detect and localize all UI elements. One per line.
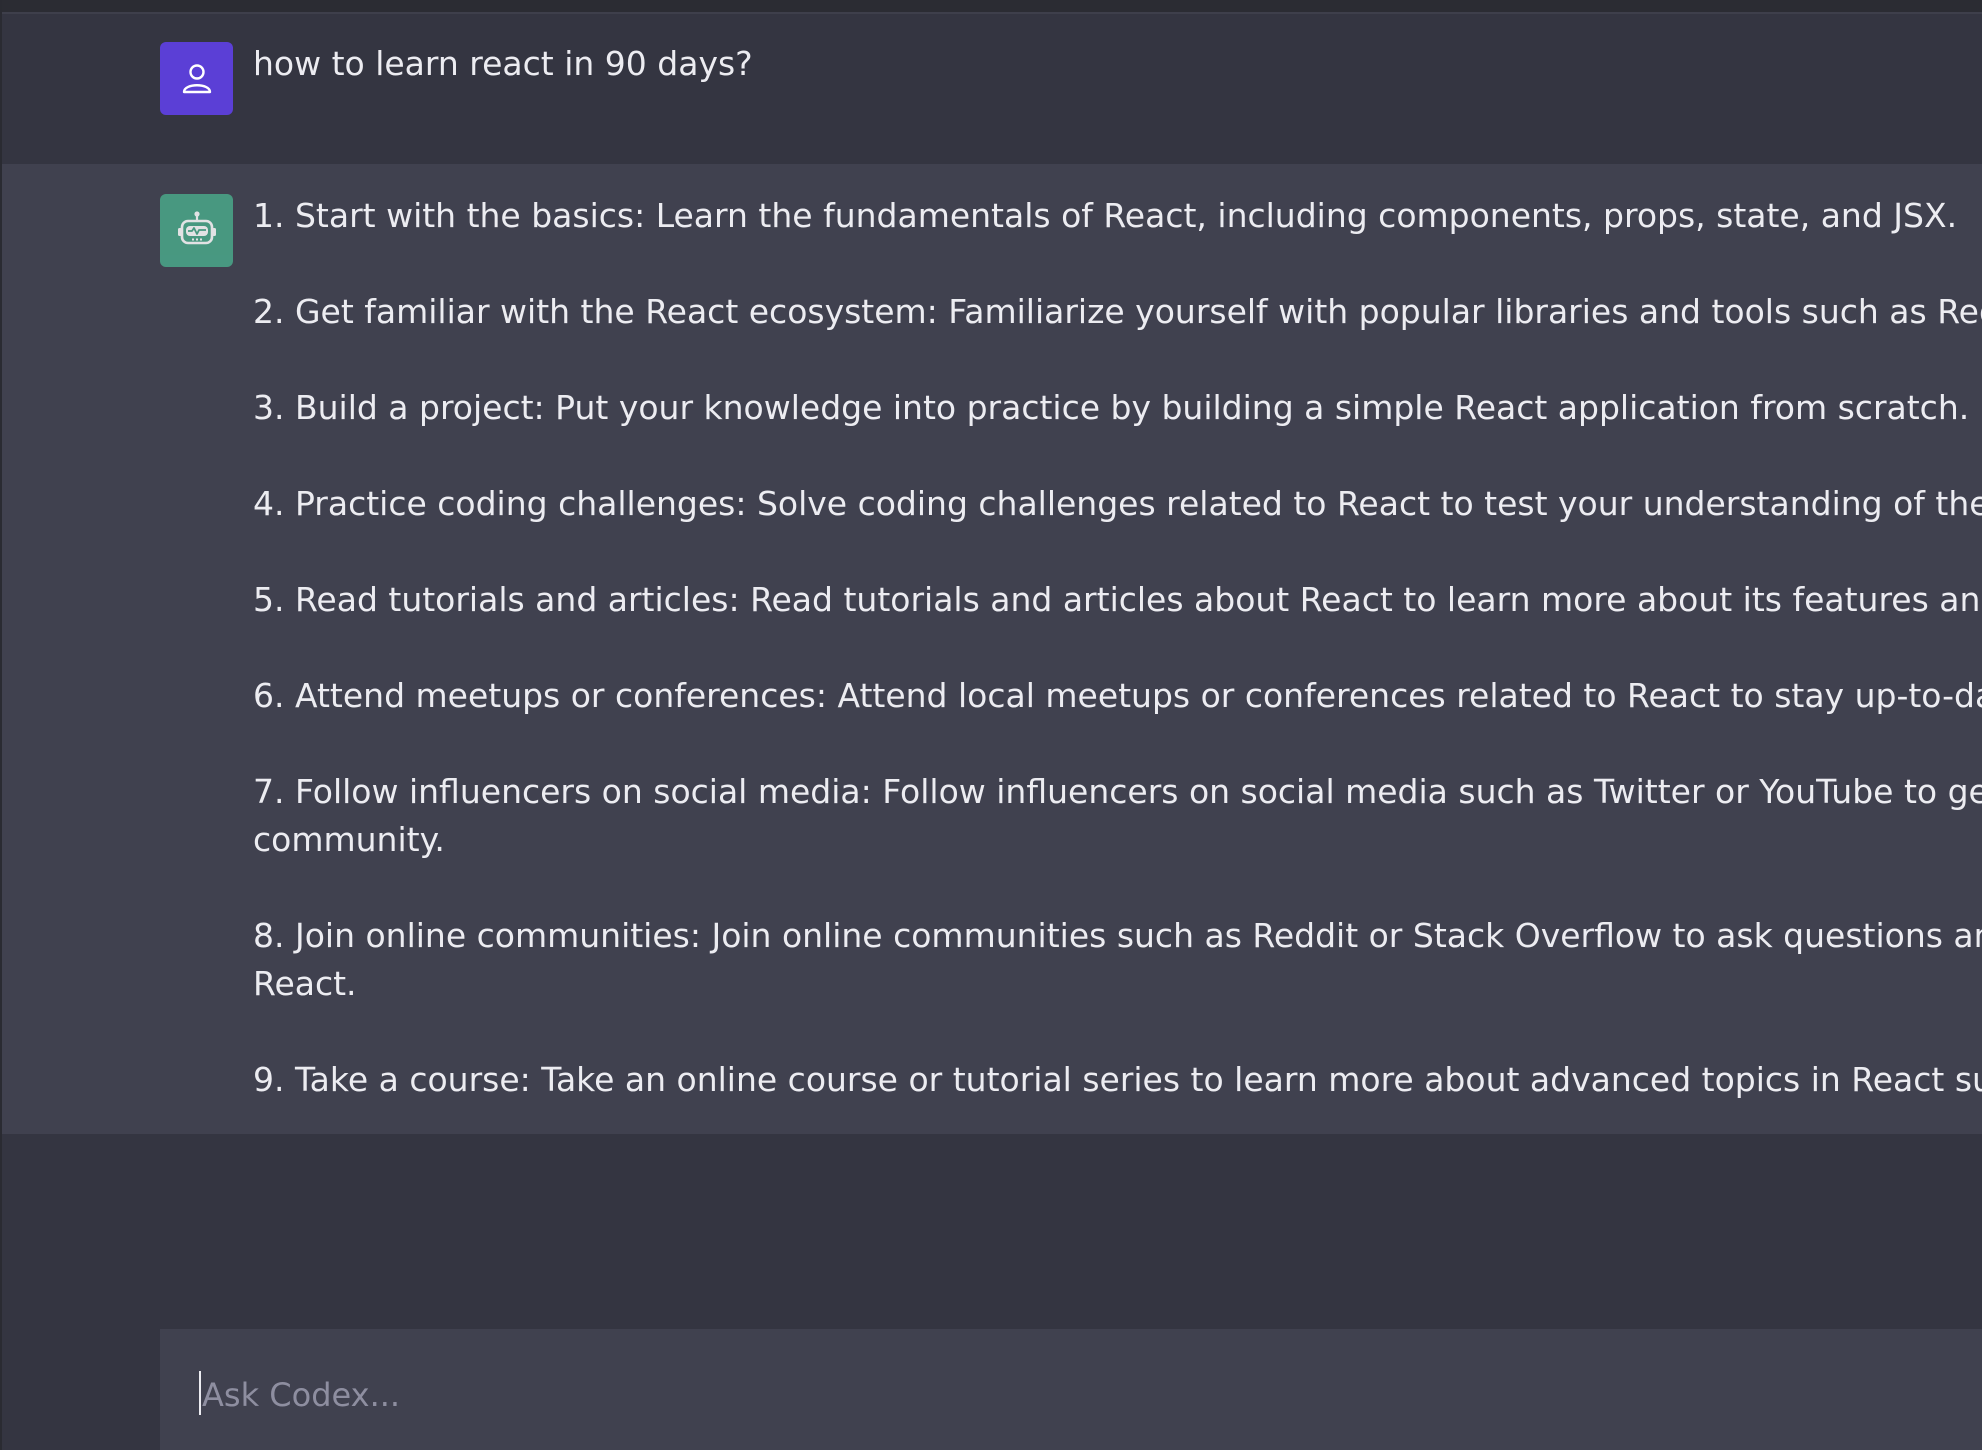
list-item-text: 5. Read tutorials and articles: Read tut… xyxy=(253,580,1982,619)
assistant-message-text: 1. Start with the basics: Learn the fund… xyxy=(253,192,1982,1152)
list-item-text: 8. Join online communities: Join online … xyxy=(253,916,1982,955)
list-item-text: 9. Take a course: Take an online course … xyxy=(253,1060,1982,1099)
list-item-text: 7. Follow influencers on social media: F… xyxy=(253,772,1982,811)
assistant-message-row: 1. Start with the basics: Learn the fund… xyxy=(2,164,1982,1134)
user-icon xyxy=(177,59,217,99)
prompt-input[interactable] xyxy=(200,1369,1904,1421)
user-message-row: how to learn react in 90 days? xyxy=(2,14,1982,164)
list-item-text: 1. Start with the basics: Learn the fund… xyxy=(253,196,1958,235)
user-message-text: how to learn react in 90 days? xyxy=(253,44,753,83)
list-item: 9. Take a course: Take an online course … xyxy=(253,1056,1982,1104)
list-item: 3. Build a project: Put your knowledge i… xyxy=(253,384,1982,432)
assistant-avatar xyxy=(160,194,233,267)
list-item: 4. Practice coding challenges: Solve cod… xyxy=(253,480,1982,528)
list-item: 7. Follow influencers on social media: F… xyxy=(253,768,1982,864)
list-item: 1. Start with the basics: Learn the fund… xyxy=(253,192,1982,240)
window-top-bar xyxy=(0,0,1982,12)
list-item: 6. Attend meetups or conferences: Attend… xyxy=(253,672,1982,720)
text-caret xyxy=(199,1371,201,1415)
list-item-text: 6. Attend meetups or conferences: Attend… xyxy=(253,676,1982,715)
left-border xyxy=(0,0,2,1450)
list-item-text: 2. Get familiar with the React ecosystem… xyxy=(253,292,1982,331)
chat-window: how to learn react in 90 days? 1. Start … xyxy=(0,0,1982,1450)
list-item-continuation: React. xyxy=(253,964,357,1003)
prompt-bar xyxy=(160,1329,1982,1450)
list-item-text: 3. Build a project: Put your knowledge i… xyxy=(253,388,1970,427)
robot-icon xyxy=(174,208,220,254)
list-item-text: 4. Practice coding challenges: Solve cod… xyxy=(253,484,1982,523)
list-item: 8. Join online communities: Join online … xyxy=(253,912,1982,1008)
user-avatar xyxy=(160,42,233,115)
list-item-continuation: community. xyxy=(253,820,445,859)
list-item: 5. Read tutorials and articles: Read tut… xyxy=(253,576,1982,624)
list-item: 2. Get familiar with the React ecosystem… xyxy=(253,288,1982,336)
